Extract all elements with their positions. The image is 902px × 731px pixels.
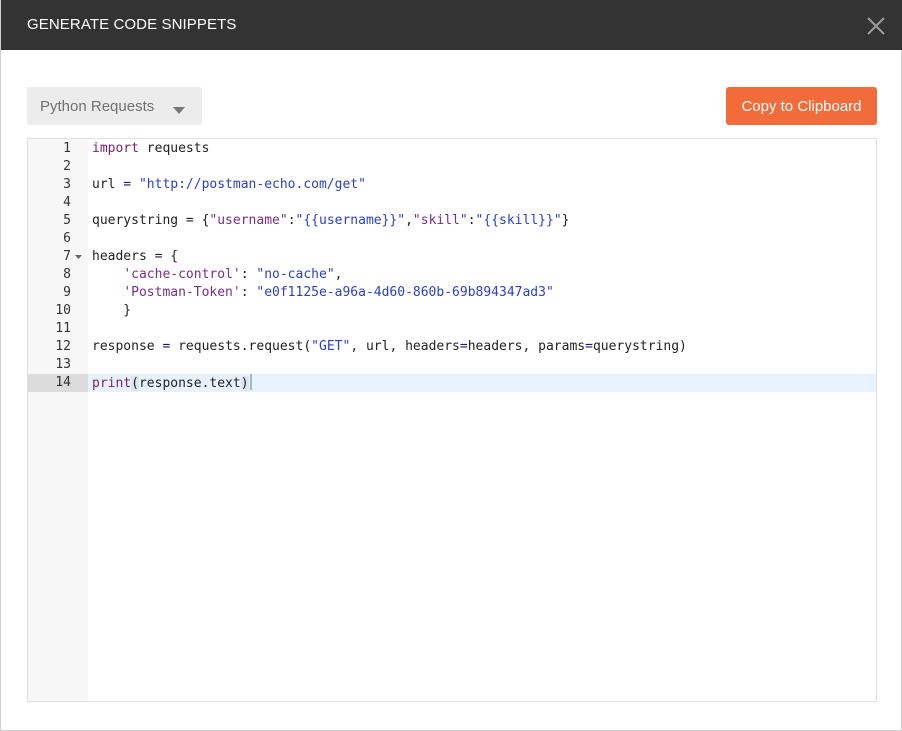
code-line: } (92, 302, 131, 320)
code-token: } (92, 303, 132, 318)
text-cursor (249, 374, 252, 390)
line-number: 8 (63, 267, 71, 282)
code-line: 'Postman-Token': "e0f1125e-a96a-4d60-860… (92, 284, 554, 302)
code-line: url = "http://postman-echo.com/get" (92, 176, 366, 194)
code-token: "e0f1125e-a96a-4d60-860b-69b894347ad3" (256, 285, 554, 300)
code-line: querystring = {"username":"{{username}}"… (92, 212, 569, 230)
code-token: requests (138, 141, 210, 156)
line-number: 9 (63, 285, 71, 300)
line-number: 5 (63, 213, 71, 228)
dialog-title: GENERATE CODE SNIPPETS (27, 16, 237, 33)
code-token: ( (131, 376, 139, 391)
code-token: = (154, 339, 179, 354)
code-token: querystring (92, 213, 179, 228)
copy-to-clipboard-button[interactable]: Copy to Clipboard (726, 87, 877, 125)
code-token: print (92, 376, 132, 391)
code-token: querystring) (592, 339, 687, 354)
code-line: 'cache-control': "no-cache", (92, 266, 342, 284)
code-token: = { (146, 249, 179, 264)
code-token: response.text (138, 376, 241, 391)
code-token: = (585, 339, 593, 354)
code-token: : (240, 285, 257, 300)
line-number: 3 (63, 177, 71, 192)
line-number: 10 (55, 303, 71, 318)
code-token: requests.request( (178, 339, 312, 354)
line-number: 11 (55, 321, 71, 336)
line-number: 14 (55, 375, 71, 390)
code-token: = (115, 177, 139, 192)
line-number: 12 (55, 339, 71, 354)
code-token: "no-cache" (256, 267, 335, 282)
code-token: headers, params (467, 339, 586, 354)
code-token: "{{skill}}" (475, 213, 562, 228)
code-token: : (467, 213, 476, 228)
close-icon[interactable] (865, 12, 887, 38)
code-editor[interactable]: import requests url = "http://postman-ech… (27, 138, 877, 702)
code-line: response = requests.request("GET", url, … (92, 338, 687, 356)
code-token: "GET" (311, 339, 351, 354)
code-token: 'Postman-Token' (123, 285, 241, 300)
code-token: 'cache-control' (123, 267, 241, 282)
code-token: "http://postman-echo.com/get" (138, 177, 366, 192)
line-number: 6 (63, 231, 71, 246)
code-line: print(response.text) (92, 374, 252, 392)
line-number: 2 (63, 159, 71, 174)
code-token: headers (92, 249, 147, 264)
generate-code-snippets-dialog: GENERATE CODE SNIPPETS Python Requests C… (0, 0, 902, 731)
line-number: 13 (55, 357, 71, 372)
code-token: response (92, 339, 155, 354)
code-line: headers = { (92, 248, 178, 266)
line-number: 1 (63, 141, 71, 156)
code-token: = { (178, 213, 210, 228)
code-token: = (459, 339, 468, 354)
line-number: 7 (63, 249, 71, 264)
code-line: import requests (92, 140, 209, 158)
code-token: , (405, 213, 413, 228)
language-dropdown[interactable]: Python Requests (27, 87, 202, 125)
code-token: : (287, 213, 296, 228)
line-number: 4 (63, 195, 71, 210)
code-token: , (334, 267, 343, 282)
code-token: ) (240, 376, 249, 391)
code-area[interactable]: import requests url = "http://postman-ech… (88, 139, 876, 701)
code-token: url (92, 177, 116, 192)
code-token: "skill" (412, 213, 468, 228)
code-token: : (240, 267, 257, 282)
fold-caret-icon[interactable] (75, 248, 83, 266)
code-token: import (92, 141, 139, 156)
code-token: "username" (209, 213, 288, 228)
code-token: "{{username}}" (295, 213, 406, 228)
language-dropdown-label: Python Requests (40, 98, 155, 115)
dialog-header: GENERATE CODE SNIPPETS (1, 0, 902, 50)
caret-down-icon (173, 102, 185, 120)
code-token: } (561, 213, 570, 228)
code-token: , url, headers (350, 339, 460, 354)
